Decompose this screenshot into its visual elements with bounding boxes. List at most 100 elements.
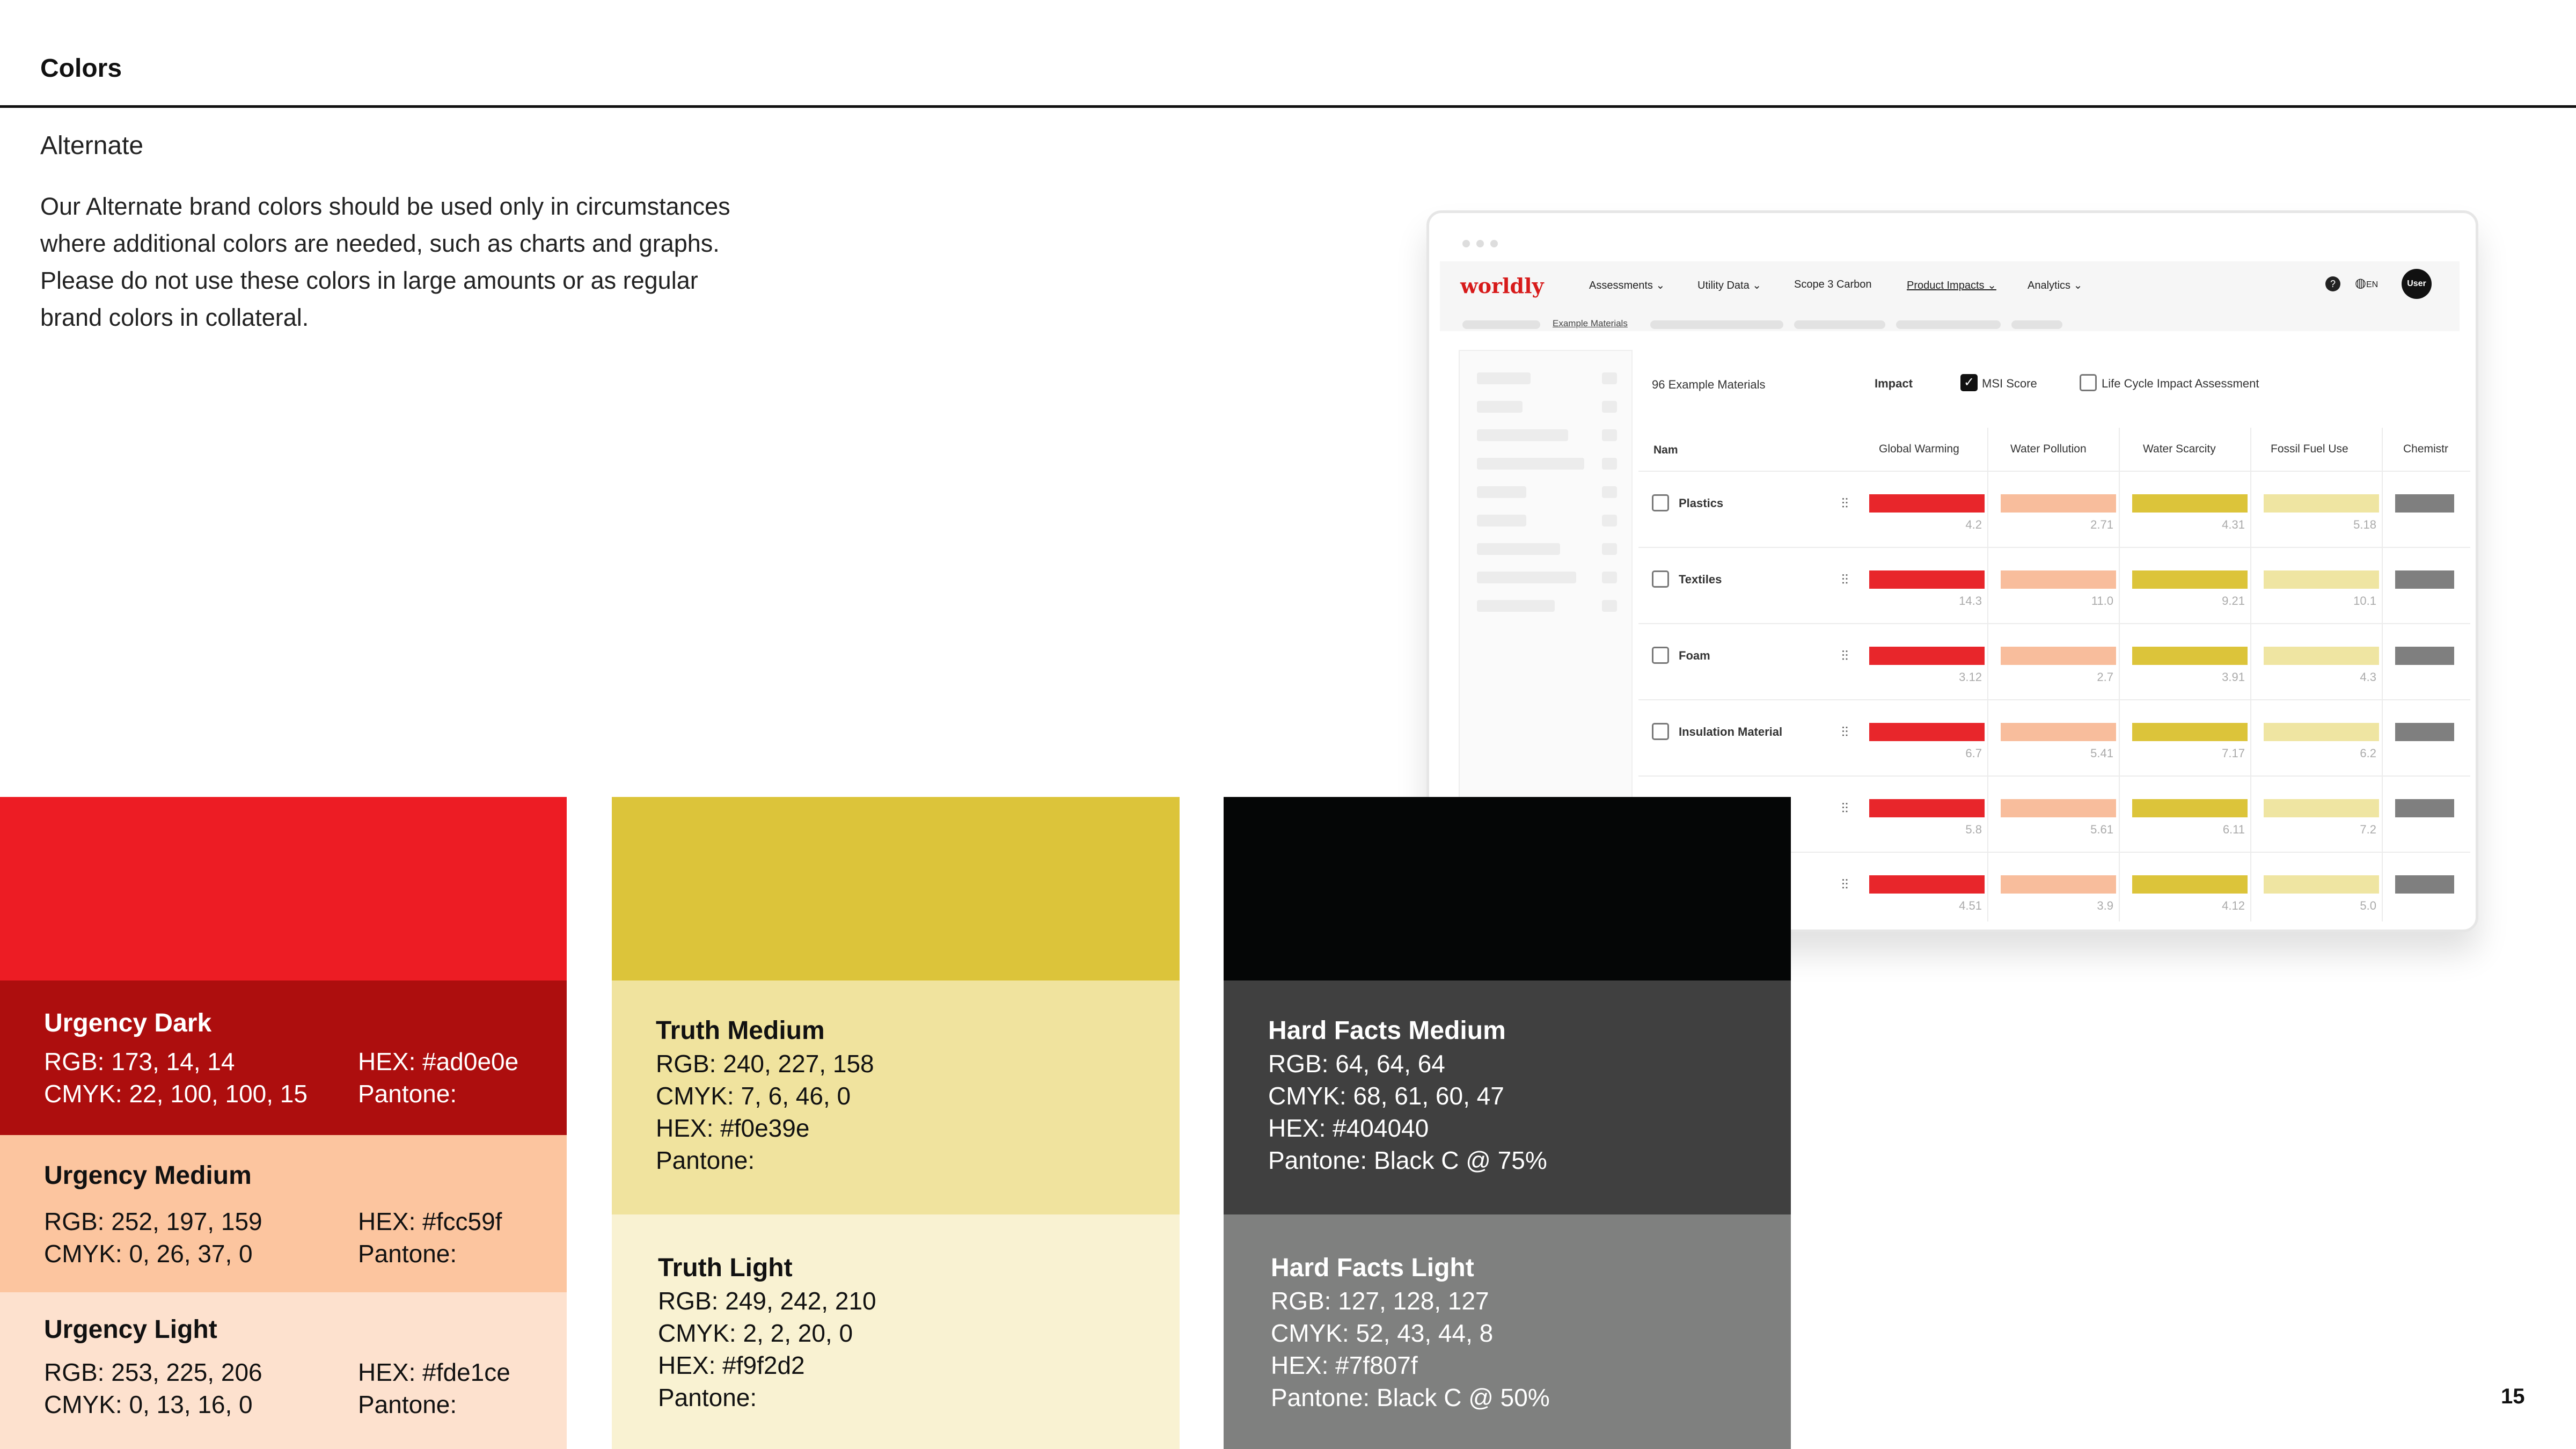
mock-impact-bar	[2001, 570, 2116, 589]
filter-sliders-icon: ⫶⫶	[1841, 495, 1848, 511]
swatch-cmyk: CMYK: 2, 2, 20, 0	[658, 1319, 853, 1347]
mock-impact-bar	[1869, 799, 1985, 817]
mock-col-header: Global Warming	[1879, 443, 1959, 455]
globe-icon: ◍EN	[2355, 276, 2379, 290]
swatch-rgb: RGB: 240, 227, 158	[656, 1050, 874, 1078]
urgency-swatch-top	[0, 797, 567, 980]
mock-row-divider	[1638, 775, 2470, 777]
swatch-hex: HEX: #fcc59f	[358, 1208, 502, 1235]
mock-impact-bar	[2395, 723, 2454, 741]
mock-impact-bar	[2132, 799, 2248, 817]
urgency-light-swatch: Urgency Light RGB: 253, 225, 206 HEX: #f…	[0, 1292, 567, 1449]
mock-impact-value: 2.7	[2097, 670, 2113, 684]
mock-impact-bar	[2395, 494, 2454, 513]
swatch-name: Urgency Medium	[44, 1161, 252, 1190]
mock-impact-value: 5.41	[2090, 747, 2113, 760]
mock-result-count: 96 Example Materials	[1652, 378, 1766, 391]
mock-row-divider	[1638, 471, 2470, 472]
mock-column-divider	[2382, 428, 2383, 921]
window-dot	[1476, 240, 1484, 247]
mock-impact-value: 5.0	[2360, 899, 2376, 912]
truth-medium-swatch: Truth Medium RGB: 240, 227, 158 CMYK: 7,…	[612, 980, 1180, 1214]
mock-impact-value: 10.1	[2353, 594, 2376, 608]
mock-col-header: Chemistr	[2403, 443, 2449, 455]
mock-impact-bar	[2132, 494, 2248, 513]
mock-row-checkbox	[1652, 494, 1669, 511]
swatch-hex: HEX: #fde1ce	[358, 1358, 510, 1386]
swatch-cmyk: CMYK: 0, 13, 16, 0	[44, 1391, 253, 1418]
mock-impact-bar	[2264, 799, 2379, 817]
body-paragraph: Our Alternate brand colors should be use…	[40, 193, 730, 331]
window-dot	[1490, 240, 1498, 247]
hard-facts-swatch-top	[1224, 797, 1791, 980]
mock-row-divider	[1638, 699, 2470, 700]
mock-impact-bar	[2132, 723, 2248, 741]
mock-row-name: Foam	[1679, 649, 1710, 662]
mock-row-divider	[1638, 547, 2470, 548]
mock-row-name: Plastics	[1679, 496, 1724, 510]
mock-impact-bar	[2264, 570, 2379, 589]
swatch-cmyk: CMYK: 68, 61, 60, 47	[1268, 1082, 1504, 1110]
mock-impact-label: Impact	[1875, 377, 1913, 390]
urgency-medium-swatch: Urgency Medium RGB: 252, 197, 159 HEX: #…	[0, 1135, 567, 1292]
mock-impact-bar	[2395, 570, 2454, 589]
mock-impact-bar	[2001, 875, 2116, 894]
swatch-hex: HEX: #f9f2d2	[658, 1351, 805, 1379]
mock-breadcrumb: Example Materials	[1553, 318, 1628, 328]
mock-impact-bar	[2264, 647, 2379, 665]
swatch-hex: HEX: #7f807f	[1271, 1351, 1418, 1379]
mock-impact-value: 2.71	[2090, 518, 2113, 531]
mock-lca-label: Life Cycle Impact Assessment	[2102, 377, 2259, 390]
filter-sliders-icon: ⫶⫶	[1841, 876, 1848, 892]
mock-impact-bar	[2001, 494, 2116, 513]
urgency-dark-swatch: Urgency Dark RGB: 173, 14, 14 HEX: #ad0e…	[0, 980, 567, 1135]
truth-swatch-top	[612, 797, 1180, 980]
mock-impact-bar	[2264, 494, 2379, 513]
mock-column-divider	[2250, 428, 2251, 921]
mock-msi-label: MSI Score	[1982, 377, 2037, 390]
mock-impact-bar	[2001, 799, 2116, 817]
hard-facts-light-swatch: Hard Facts Light RGB: 127, 128, 127 CMYK…	[1224, 1214, 1791, 1449]
truth-light-swatch: Truth Light RGB: 249, 242, 210 CMYK: 2, …	[612, 1214, 1180, 1449]
mock-impact-value: 9.21	[2222, 594, 2245, 608]
mock-impact-value: 11.0	[2091, 594, 2113, 608]
swatch-cmyk: CMYK: 22, 100, 100, 15	[44, 1080, 308, 1108]
mock-col-header: Water Scarcity	[2143, 443, 2216, 455]
breadcrumb-placeholder	[2011, 320, 2062, 329]
filter-sliders-icon: ⫶⫶	[1841, 800, 1848, 816]
mock-impact-bar	[2001, 647, 2116, 665]
user-avatar: User	[2402, 269, 2432, 299]
swatch-rgb: RGB: 127, 128, 127	[1271, 1287, 1489, 1315]
swatch-pantone: Pantone:	[656, 1146, 755, 1174]
page-number: 15	[2501, 1385, 2525, 1408]
breadcrumb-placeholder	[1462, 320, 1540, 329]
mock-impact-value: 4.31	[2222, 518, 2245, 531]
mock-impact-bar	[1869, 647, 1985, 665]
breadcrumb-placeholder	[1896, 320, 2001, 329]
mock-column-divider	[2119, 428, 2120, 921]
mock-impact-value: 5.8	[1965, 823, 1982, 836]
mock-impact-value: 14.3	[1959, 594, 1982, 608]
mock-impact-value: 4.2	[1965, 518, 1982, 531]
window-dot	[1462, 240, 1470, 247]
mock-impact-value: 7.17	[2222, 747, 2245, 760]
mock-msi-checkbox: ✓	[1960, 374, 1978, 391]
swatch-pantone: Pantone: Black C @ 50%	[1271, 1384, 1550, 1411]
swatch-hex: HEX: #404040	[1268, 1114, 1429, 1142]
mock-col-header: Fossil Fuel Use	[2271, 443, 2348, 455]
mock-impact-value: 6.2	[2360, 747, 2376, 760]
mock-row-checkbox	[1652, 647, 1669, 664]
swatch-rgb: RGB: 249, 242, 210	[658, 1287, 876, 1315]
help-icon: ?	[2325, 276, 2340, 291]
mock-impact-bar	[1869, 723, 1985, 741]
swatch-rgb: RGB: 252, 197, 159	[44, 1208, 262, 1235]
swatch-pantone: Pantone:	[358, 1080, 457, 1108]
swatch-hex: HEX: #ad0e0e	[358, 1048, 519, 1075]
mock-row-checkbox	[1652, 723, 1669, 740]
mock-row-divider	[1638, 623, 2470, 624]
swatch-pantone: Pantone:	[358, 1240, 457, 1268]
mock-col-header: Water Pollution	[2010, 443, 2087, 455]
swatch-hex: HEX: #f0e39e	[656, 1114, 810, 1142]
mock-impact-bar	[2132, 875, 2248, 894]
mock-impact-value: 3.12	[1959, 670, 1982, 684]
